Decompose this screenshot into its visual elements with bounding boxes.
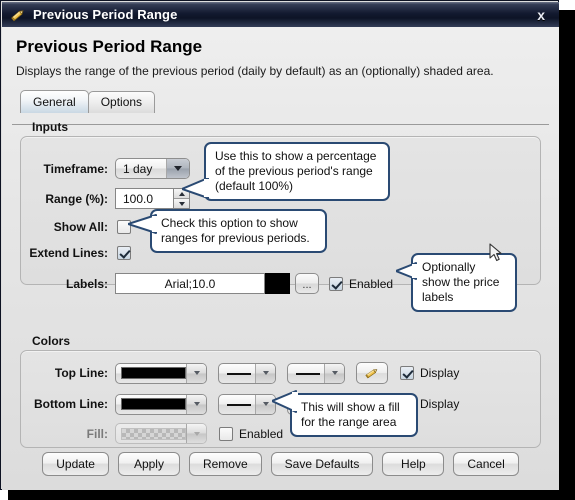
cancel-button[interactable]: Cancel xyxy=(453,452,519,476)
apply-button[interactable]: Apply xyxy=(117,452,180,476)
chevron-down-icon xyxy=(186,394,206,414)
timeframe-row: Timeframe: 1 day xyxy=(20,158,220,179)
pencil-icon xyxy=(365,369,378,379)
callout-show-all: Check this option to show ranges for pre… xyxy=(150,209,327,253)
top-line-display-label: Display xyxy=(420,366,460,380)
tab-general-label: General xyxy=(33,95,76,109)
fill-color-dropdown[interactable] xyxy=(115,423,207,444)
solid-line-icon xyxy=(227,399,251,409)
extend-lines-label: Extend Lines: xyxy=(29,246,108,260)
fill-enabled-checkbox[interactable] xyxy=(219,426,233,441)
range-label: Range (%): xyxy=(45,191,108,206)
top-line-color-swatch xyxy=(121,367,186,379)
timeframe-dropdown[interactable]: 1 day xyxy=(115,158,190,179)
window-title: Previous Period Range xyxy=(33,7,178,22)
tab-options-label: Options xyxy=(100,95,143,109)
solid-line-icon xyxy=(227,368,251,378)
bottom-line-color-dropdown[interactable] xyxy=(115,393,207,415)
labels-enabled-checkbox[interactable] xyxy=(329,276,343,291)
labels-enabled-label: Enabled xyxy=(349,276,394,291)
fill-enabled-label: Enabled xyxy=(239,426,284,441)
dialog-button-bar: Update Apply Remove Save Defaults Help C… xyxy=(2,452,559,476)
chevron-down-icon xyxy=(255,363,275,383)
labels-browse-button[interactable]: ... xyxy=(295,273,319,294)
chevron-down-icon xyxy=(186,363,206,383)
chevron-down-icon xyxy=(324,363,344,383)
timeframe-label: Timeframe: xyxy=(43,161,108,176)
callout-showall-tail xyxy=(128,214,158,234)
range-stepper[interactable]: 100.0 xyxy=(115,188,190,209)
labels-color-swatch[interactable] xyxy=(265,273,290,294)
tab-strip: General Options xyxy=(20,90,559,113)
pencil-icon xyxy=(9,6,27,24)
bottom-line-color-swatch xyxy=(121,398,186,410)
stepper-down-icon[interactable] xyxy=(174,199,189,208)
fill-label: Fill: xyxy=(86,426,108,441)
tab-options[interactable]: Options xyxy=(87,91,156,113)
tab-general[interactable]: General xyxy=(20,90,89,113)
top-line-row: Top Line: Display xyxy=(20,362,470,384)
chevron-down-icon xyxy=(186,424,206,443)
callout-range-text: Use this to show a percentage of the pre… xyxy=(215,149,377,193)
top-line-label: Top Line: xyxy=(54,366,108,380)
callout-fill-text: This will show a fill for the range area xyxy=(301,400,400,429)
page-description: Displays the range of the previous perio… xyxy=(16,64,494,78)
fill-color-swatch xyxy=(121,427,186,440)
callout-range-tail xyxy=(182,178,210,199)
save-defaults-button[interactable]: Save Defaults xyxy=(270,452,374,476)
top-line-edit-button[interactable] xyxy=(356,362,388,384)
callout-show-all-text: Check this option to show ranges for pre… xyxy=(161,216,310,245)
labels-row: Labels: Arial;10.0 ... Enabled xyxy=(20,273,420,294)
help-button[interactable]: Help xyxy=(382,452,445,476)
labels-label: Labels: xyxy=(65,276,108,291)
bottom-line-style-dropdown[interactable] xyxy=(218,393,276,415)
close-icon[interactable]: x xyxy=(537,7,545,23)
callout-labels-tail xyxy=(396,262,418,280)
callout-range-percentage: Use this to show a percentage of the pre… xyxy=(204,142,390,201)
callout-fill-tail xyxy=(272,390,298,413)
callout-fill: This will show a fill for the range area xyxy=(290,393,418,437)
top-line-color-dropdown[interactable] xyxy=(115,362,207,384)
chevron-down-icon xyxy=(166,159,189,178)
top-line-weight-dropdown[interactable] xyxy=(287,362,345,384)
title-bar[interactable]: Previous Period Range x xyxy=(2,2,559,27)
top-line-style-dropdown[interactable] xyxy=(218,362,276,384)
top-line-display-checkbox[interactable] xyxy=(400,366,414,380)
screenshot-root: Previous Period Range x Previous Period … xyxy=(0,0,575,500)
solid-line-icon xyxy=(296,368,320,378)
remove-button[interactable]: Remove xyxy=(188,452,262,476)
header-block: Previous Period Range Displays the range… xyxy=(2,27,559,78)
update-button[interactable]: Update xyxy=(42,452,109,476)
bottom-line-label: Bottom Line: xyxy=(34,397,108,411)
bottom-line-display-label: Display xyxy=(420,397,460,411)
colors-group-label: Colors xyxy=(32,334,71,348)
timeframe-value: 1 day xyxy=(123,161,153,176)
page-title: Previous Period Range xyxy=(16,37,203,56)
callout-price-labels-text: Optionally show the price labels xyxy=(422,260,500,304)
mouse-cursor-icon xyxy=(489,243,502,262)
range-input[interactable]: 100.0 xyxy=(115,188,173,209)
extend-lines-checkbox[interactable] xyxy=(117,246,131,260)
inputs-group-label: Inputs xyxy=(32,120,68,134)
labels-font-input[interactable]: Arial;10.0 xyxy=(115,273,265,294)
show-all-label: Show All: xyxy=(53,220,108,234)
